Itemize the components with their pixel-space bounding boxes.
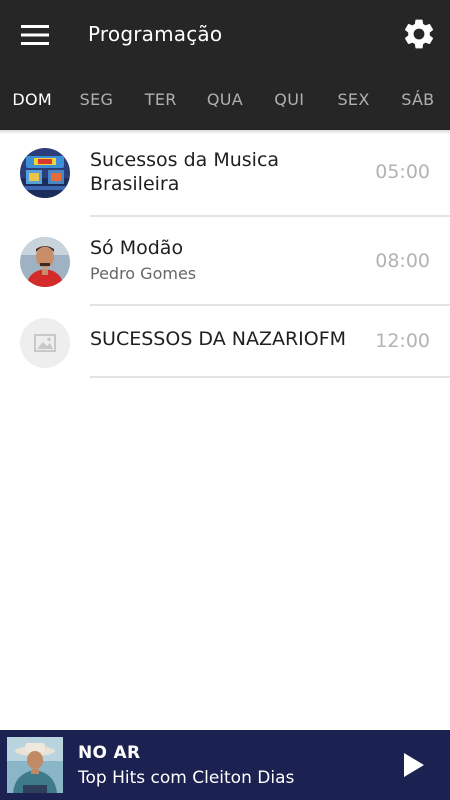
list-item[interactable]: Só Modão Pedro Gomes 08:00: [0, 217, 450, 306]
program-photo: [20, 148, 70, 198]
gear-icon: [405, 19, 434, 49]
host-photo: [20, 237, 70, 287]
program-title: SUCESSOS DA NAZARIOFM: [90, 328, 347, 350]
divider: [90, 376, 450, 378]
play-icon: [404, 753, 424, 777]
program-text: Sucessos da Musica Brasileira: [90, 148, 360, 196]
tab-sab[interactable]: SÁB: [386, 80, 450, 120]
program-time: 12:00: [375, 330, 430, 352]
tab-ter[interactable]: TER: [129, 80, 193, 120]
play-button[interactable]: [396, 747, 432, 783]
tab-seg[interactable]: SEG: [64, 80, 128, 120]
program-title: Só Modão: [90, 237, 184, 259]
program-text: SUCESSOS DA NAZARIOFM: [90, 327, 350, 351]
tab-qui[interactable]: QUI: [257, 80, 321, 120]
toolbar: Programação: [0, 0, 450, 72]
page-title: Programação: [88, 22, 223, 46]
tab-sex[interactable]: SEX: [321, 80, 385, 120]
program-host: Pedro Gomes: [90, 264, 197, 283]
album-cover: [7, 737, 63, 793]
image-placeholder-icon: [34, 334, 56, 352]
program-avatar: [20, 318, 70, 368]
program-avatar: [20, 148, 70, 198]
tab-dom[interactable]: DOM: [0, 80, 64, 120]
host-avatar: [20, 237, 70, 287]
list-item[interactable]: SUCESSOS DA NAZARIOFM 12:00: [0, 306, 450, 378]
on-air-label: NO AR: [78, 743, 141, 763]
program-text: Só Modão Pedro Gomes: [90, 236, 360, 284]
program-title: Sucessos da Musica: [90, 149, 280, 171]
app-bar: Programação DOM SEG TER QUA QUI SEX SÁB: [0, 0, 450, 130]
program-time: 05:00: [375, 161, 430, 183]
now-playing-bar[interactable]: NO AR Top Hits com Cleiton Dias: [0, 730, 450, 800]
day-tabs: DOM SEG TER QUA QUI SEX SÁB: [0, 80, 450, 120]
program-title-line2: Brasileira: [90, 173, 180, 195]
current-show-title: Top Hits com Cleiton Dias: [78, 768, 295, 788]
hamburger-menu-icon: [21, 25, 49, 45]
program-time: 08:00: [375, 250, 430, 272]
list-item[interactable]: Sucessos da Musica Brasileira 05:00: [0, 130, 450, 217]
show-cover-image: [7, 737, 63, 793]
settings-button[interactable]: [398, 13, 440, 55]
tab-qua[interactable]: QUA: [193, 80, 257, 120]
menu-button[interactable]: [14, 14, 56, 56]
schedule-list: Sucessos da Musica Brasileira 05:00 Só M…: [0, 130, 450, 378]
